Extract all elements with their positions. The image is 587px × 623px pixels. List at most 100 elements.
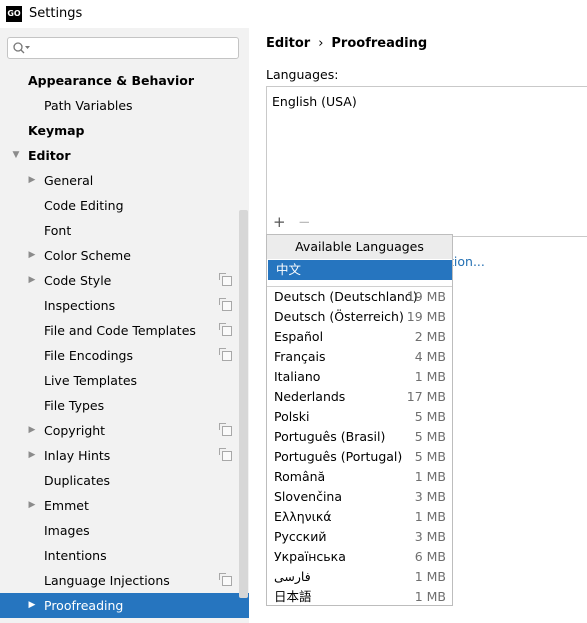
remove-language-button[interactable]: −	[298, 213, 311, 231]
sidebar-item[interactable]: ▶ Inlay Hints	[0, 443, 249, 468]
sidebar-item[interactable]: ▶ Code Style	[0, 268, 249, 293]
sidebar-item[interactable]: Keymap	[0, 118, 249, 143]
sidebar-item[interactable]: Font	[0, 218, 249, 243]
language-name: Українська	[274, 549, 346, 564]
window-title: Settings	[29, 6, 83, 21]
language-name: Français	[274, 349, 326, 364]
project-scope-icon	[219, 273, 232, 286]
chevron-down-icon[interactable]: ▼	[11, 143, 21, 168]
sidebar-item[interactable]: ▼ Editor	[0, 143, 249, 168]
language-size: 5 MB	[414, 429, 446, 444]
popup-language-item[interactable]: Deutsch (Deutschland) 19 MB	[274, 287, 446, 307]
language-name: Português (Portugal)	[274, 449, 403, 464]
sidebar-scrollbar[interactable]	[239, 210, 248, 598]
sidebar-item[interactable]: ▶ General	[0, 168, 249, 193]
chevron-right-icon[interactable]: ▶	[27, 243, 37, 268]
popup-language-item[interactable]: Українська 6 MB	[274, 547, 446, 567]
sidebar-item[interactable]: Intentions	[0, 543, 249, 568]
language-size: 3 MB	[414, 489, 446, 504]
language-name: Italiano	[274, 369, 321, 384]
project-scope-icon	[219, 423, 232, 436]
popup-language-item[interactable]: Polski 5 MB	[274, 407, 446, 427]
language-size: 5 MB	[414, 409, 446, 424]
search-icon	[13, 42, 30, 54]
sidebar-item-label: Duplicates	[44, 473, 111, 488]
sidebar-item[interactable]: ▶ Copyright	[0, 418, 249, 443]
languages-list[interactable]: English (USA)	[266, 86, 587, 212]
chevron-right-icon[interactable]: ▶	[27, 443, 37, 468]
popup-language-item[interactable]: Español 2 MB	[274, 327, 446, 347]
language-size: 19 MB	[406, 309, 446, 324]
sidebar-item[interactable]: Images	[0, 518, 249, 543]
popup-language-item[interactable]: Deutsch (Österreich) 19 MB	[274, 307, 446, 327]
project-scope-icon	[219, 298, 232, 311]
sidebar-item[interactable]: File Encodings	[0, 343, 249, 368]
sidebar-item-label: File Encodings	[44, 348, 134, 363]
project-scope-icon	[219, 573, 232, 586]
language-size: 19 MB	[406, 289, 446, 304]
sidebar-item[interactable]: ▶ Emmet	[0, 493, 249, 518]
languages-toolbar: + −	[266, 210, 587, 237]
add-language-button[interactable]: +	[273, 213, 286, 231]
language-item[interactable]: English (USA)	[272, 94, 357, 109]
popup-language-item[interactable]: Nederlands 17 MB	[274, 387, 446, 407]
language-name: Español	[274, 329, 324, 344]
sidebar-item-label: Inspections	[44, 298, 116, 313]
language-size: 5 MB	[414, 449, 446, 464]
popup-language-item[interactable]: Português (Brasil) 5 MB	[274, 427, 446, 447]
sidebar-item[interactable]: Appearance & Behavior	[0, 68, 249, 93]
popup-language-item[interactable]: 日本語 1 MB	[274, 587, 446, 607]
language-name: Ελληνικά	[274, 509, 332, 524]
popup-language-item[interactable]: Slovenčina 3 MB	[274, 487, 446, 507]
sidebar-item[interactable]: Language Injections	[0, 568, 249, 593]
language-name: Русский	[274, 529, 327, 544]
language-name: Slovenčina	[274, 489, 342, 504]
popup-language-item[interactable]: Ελληνικά 1 MB	[274, 507, 446, 527]
chevron-right-icon[interactable]: ▶	[27, 493, 37, 518]
breadcrumb-parent[interactable]: Editor	[266, 36, 310, 51]
title-bar: GO Settings	[0, 0, 587, 28]
sidebar-item[interactable]: Inspections	[0, 293, 249, 318]
languages-label: Languages:	[266, 67, 339, 82]
popup-language-item[interactable]: فارسی 1 MB	[274, 567, 446, 587]
app-logo-icon: GO	[6, 6, 22, 22]
sidebar-item-label: File Types	[44, 398, 105, 413]
popup-language-item[interactable]: Русский 3 MB	[274, 527, 446, 547]
chevron-right-icon[interactable]: ▶	[27, 593, 37, 618]
language-size: 6 MB	[414, 549, 446, 564]
sidebar-item[interactable]: Path Variables	[0, 93, 249, 118]
sidebar-item[interactable]: ▶ Proofreading	[0, 593, 249, 618]
language-size: 1 MB	[414, 569, 446, 584]
available-languages-popup: Available Languages 中文 Deutsch (Deutschl…	[266, 234, 453, 606]
language-name: فارسی	[274, 569, 311, 584]
sidebar-item-label: Emmet	[44, 498, 89, 513]
popup-language-item[interactable]: Português (Portugal) 5 MB	[274, 447, 446, 467]
sidebar-item-label: Code Editing	[44, 198, 124, 213]
sidebar-item[interactable]: File Types	[0, 393, 249, 418]
language-size: 1 MB	[414, 589, 446, 604]
popup-language-item[interactable]: Français 4 MB	[274, 347, 446, 367]
chevron-right-icon[interactable]: ▶	[27, 268, 37, 293]
search-input[interactable]	[7, 37, 239, 59]
sidebar-item[interactable]: Live Templates	[0, 368, 249, 393]
language-name: Română	[274, 469, 326, 484]
popup-item-chinese[interactable]: 中文	[268, 260, 452, 280]
sidebar-item-label: Live Templates	[44, 373, 138, 388]
sidebar-item-label: Language Injections	[44, 573, 170, 588]
language-name: Deutsch (Österreich)	[274, 309, 404, 324]
sidebar-item[interactable]: Duplicates	[0, 468, 249, 493]
configuration-link[interactable]: tion...	[449, 254, 485, 269]
language-name: Polski	[274, 409, 310, 424]
language-name: 日本語	[274, 589, 312, 604]
popup-language-item[interactable]: Italiano 1 MB	[274, 367, 446, 387]
sidebar-item[interactable]: Code Editing	[0, 193, 249, 218]
sidebar-item[interactable]: File and Code Templates	[0, 318, 249, 343]
popup-language-item[interactable]: Română 1 MB	[274, 467, 446, 487]
language-size: 1 MB	[414, 469, 446, 484]
popup-item-label: 中文	[276, 262, 302, 277]
breadcrumb-current: Proofreading	[331, 36, 428, 51]
chevron-right-icon[interactable]: ▶	[27, 418, 37, 443]
chevron-right-icon[interactable]: ▶	[27, 168, 37, 193]
sidebar-item-label: Copyright	[44, 423, 106, 438]
sidebar-item[interactable]: ▶ Color Scheme	[0, 243, 249, 268]
